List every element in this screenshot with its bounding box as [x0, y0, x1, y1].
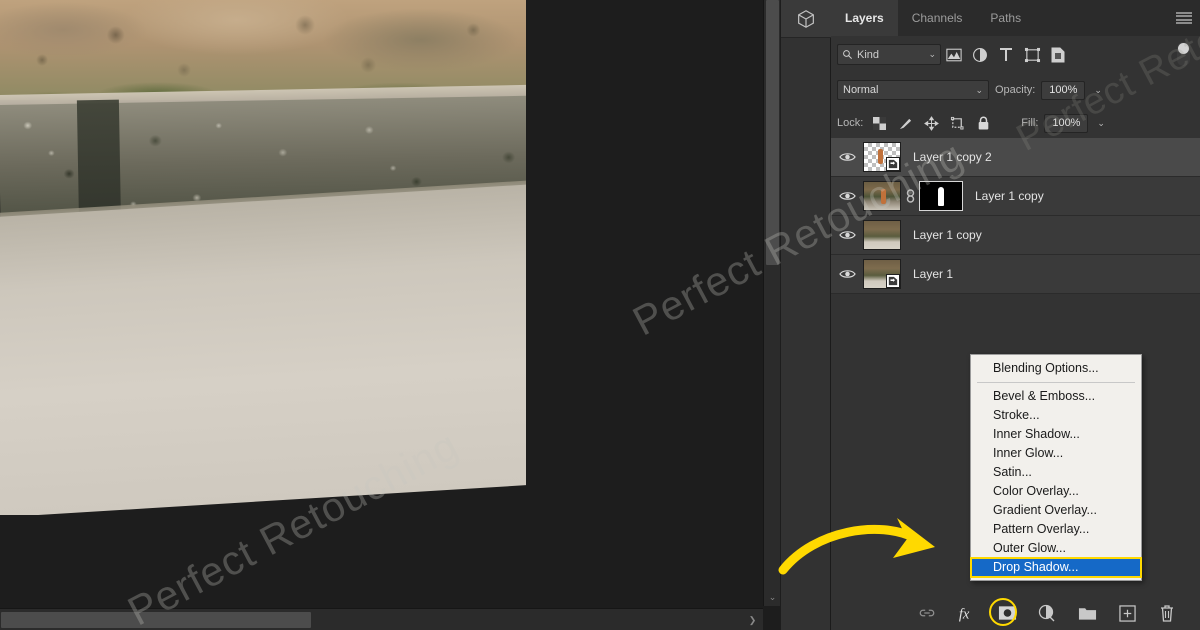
layer-name[interactable]: Layer 1	[901, 267, 953, 281]
toggle-knob	[1178, 43, 1189, 54]
menu-item-color-overlay[interactable]: Color Overlay...	[971, 482, 1141, 501]
canvas-horizontal-scrollbar[interactable]: ❯	[0, 608, 763, 630]
blend-mode-select[interactable]: Normal ⌄	[837, 80, 989, 100]
filter-kind-label: Kind	[857, 48, 880, 61]
lock-label: Lock:	[837, 117, 864, 129]
smart-object-filter-icon[interactable]	[1045, 43, 1071, 67]
layer-visibility-eye-icon[interactable]	[831, 268, 863, 280]
lock-all-icon[interactable]	[973, 113, 993, 133]
smart-object-badge-icon	[886, 157, 900, 171]
layer-mask-thumbnail[interactable]	[919, 181, 963, 211]
tab-layers[interactable]: Layers	[831, 0, 898, 36]
lock-transparent-pixels-icon[interactable]	[869, 113, 889, 133]
link-layers-icon[interactable]	[916, 602, 938, 624]
3d-cube-icon	[798, 9, 814, 28]
lock-row: Lock: Fill: 100% ⌄	[831, 110, 1200, 136]
pixel-layer-filter-icon[interactable]	[941, 43, 967, 67]
new-group-icon[interactable]	[1076, 602, 1098, 624]
hamburger-menu-icon[interactable]	[1176, 12, 1192, 24]
table-row[interactable]: Layer 1 copy 2	[831, 138, 1200, 177]
layer-visibility-eye-icon[interactable]	[831, 151, 863, 163]
layer-filter-row: Kind ⌄	[831, 36, 1200, 73]
menu-separator	[977, 382, 1135, 383]
menu-item-drop-shadow[interactable]: Drop Shadow...	[970, 557, 1142, 578]
layer-thumbnail[interactable]	[863, 220, 901, 250]
filter-enable-toggle[interactable]	[1177, 42, 1190, 66]
menu-item-outer-glow[interactable]: Outer Glow...	[971, 539, 1141, 558]
scroll-down-arrow-icon[interactable]: ⌄	[764, 588, 781, 606]
thumbnail-subject	[880, 189, 886, 205]
menu-item-satin[interactable]: Satin...	[971, 463, 1141, 482]
fill-value-field[interactable]: 100%	[1044, 113, 1089, 133]
thumbnail-photo	[864, 221, 900, 249]
document-canvas[interactable]	[0, 0, 762, 606]
menu-item-inner-shadow[interactable]: Inner Shadow...	[971, 425, 1141, 444]
menu-item-inner-glow[interactable]: Inner Glow...	[971, 444, 1141, 463]
layer-style-menu[interactable]: Blending Options... Bevel & Emboss... St…	[970, 354, 1142, 581]
mask-link-icon[interactable]	[901, 188, 919, 204]
blend-mode-value: Normal	[843, 84, 879, 96]
vertical-scrollbar-thumb[interactable]	[766, 0, 779, 265]
thumbnail-subject	[878, 149, 884, 165]
photo-road	[0, 179, 526, 515]
blend-mode-row: Normal ⌄ Opacity: 100% ⌄	[831, 76, 1200, 104]
scroll-right-arrow-icon[interactable]: ❯	[744, 609, 761, 630]
opacity-chevron-down-icon[interactable]: ⌄	[1091, 85, 1102, 96]
smart-object-badge-icon	[886, 274, 900, 288]
table-row[interactable]: Layer 1	[831, 255, 1200, 294]
lock-position-icon[interactable]	[921, 113, 941, 133]
fill-label: Fill:	[1021, 117, 1039, 129]
opacity-label: Opacity:	[995, 84, 1036, 96]
svg-text:fx: fx	[959, 606, 970, 622]
layer-thumbnail[interactable]	[863, 181, 901, 211]
layer-thumbnail[interactable]	[863, 142, 901, 172]
menu-item-blending-options[interactable]: Blending Options...	[971, 359, 1141, 378]
search-icon	[843, 50, 852, 59]
mask-subject-shape	[938, 187, 944, 207]
table-row[interactable]: Layer 1 copy	[831, 177, 1200, 216]
canvas-image	[0, 0, 526, 515]
panel-dock-strip	[781, 0, 831, 630]
menu-item-pattern-overlay[interactable]: Pattern Overlay...	[971, 520, 1141, 539]
lock-image-pixels-icon[interactable]	[895, 113, 915, 133]
layer-thumbnail[interactable]	[863, 259, 901, 289]
layers-panel-bottom-toolbar: fx	[831, 596, 1200, 630]
lock-artboard-nesting-icon[interactable]	[947, 113, 967, 133]
layer-list: Layer 1 copy 2 Layer 1 copy Layer 1 copy…	[831, 138, 1200, 298]
table-row[interactable]: Layer 1 copy	[831, 216, 1200, 255]
horizontal-scrollbar-thumb[interactable]	[1, 612, 311, 628]
menu-item-gradient-overlay[interactable]: Gradient Overlay...	[971, 501, 1141, 520]
delete-layer-icon[interactable]	[1156, 602, 1178, 624]
opacity-value-field[interactable]: 100%	[1041, 80, 1086, 100]
layer-name[interactable]: Layer 1 copy	[901, 228, 982, 242]
panel-tab-bar: Layers Channels Paths	[831, 0, 1200, 36]
filter-kind-select[interactable]: Kind ⌄	[837, 44, 941, 65]
tab-paths[interactable]: Paths	[976, 0, 1035, 36]
fill-chevron-down-icon[interactable]: ⌄	[1094, 118, 1105, 129]
type-layer-filter-icon[interactable]	[993, 43, 1019, 67]
layer-visibility-eye-icon[interactable]	[831, 229, 863, 241]
new-layer-icon[interactable]	[1116, 602, 1138, 624]
menu-item-stroke[interactable]: Stroke...	[971, 406, 1141, 425]
canvas-vertical-scrollbar[interactable]: ⌄	[763, 0, 780, 606]
dock-tab-3d[interactable]	[781, 0, 831, 38]
adjustment-layer-filter-icon[interactable]	[967, 43, 993, 67]
chevron-down-icon[interactable]: ⌄	[972, 85, 983, 96]
chevron-down-icon[interactable]: ⌄	[925, 49, 936, 60]
add-layer-mask-icon[interactable]	[996, 602, 1018, 624]
tab-channels[interactable]: Channels	[898, 0, 977, 36]
layer-name[interactable]: Layer 1 copy	[963, 189, 1044, 203]
layer-visibility-eye-icon[interactable]	[831, 190, 863, 202]
layer-name[interactable]: Layer 1 copy 2	[901, 150, 992, 164]
menu-item-bevel-emboss[interactable]: Bevel & Emboss...	[971, 387, 1141, 406]
new-adjustment-layer-icon[interactable]	[1036, 602, 1058, 624]
fx-icon[interactable]: fx	[956, 602, 978, 624]
shape-layer-filter-icon[interactable]	[1019, 43, 1045, 67]
